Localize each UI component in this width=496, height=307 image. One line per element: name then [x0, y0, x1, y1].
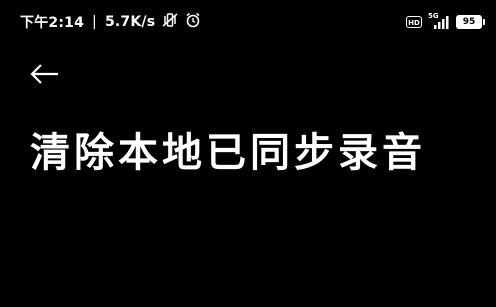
battery-icon: 95 — [456, 15, 485, 29]
status-bar: 下午2:14 | 5.7K/s HD 5G 95 — [0, 0, 496, 40]
status-left: 下午2:14 | 5.7K/s — [20, 12, 201, 32]
battery-level: 95 — [462, 17, 476, 27]
alarm-icon — [185, 12, 201, 32]
5g-signal-icon: 5G — [428, 12, 450, 30]
status-right: HD 5G 95 — [406, 12, 485, 32]
status-time: 下午2:14 — [20, 15, 85, 31]
status-separator: | — [92, 14, 97, 30]
page-title: 清除本地已同步录音 — [30, 129, 426, 176]
back-arrow-icon — [30, 64, 58, 84]
hd-voice-icon: HD — [406, 16, 422, 28]
mute-vibrate-icon — [161, 12, 179, 32]
network-speed: 5.7K/s — [104, 14, 156, 30]
back-button[interactable] — [28, 58, 64, 90]
hd-label: HD — [408, 19, 420, 27]
